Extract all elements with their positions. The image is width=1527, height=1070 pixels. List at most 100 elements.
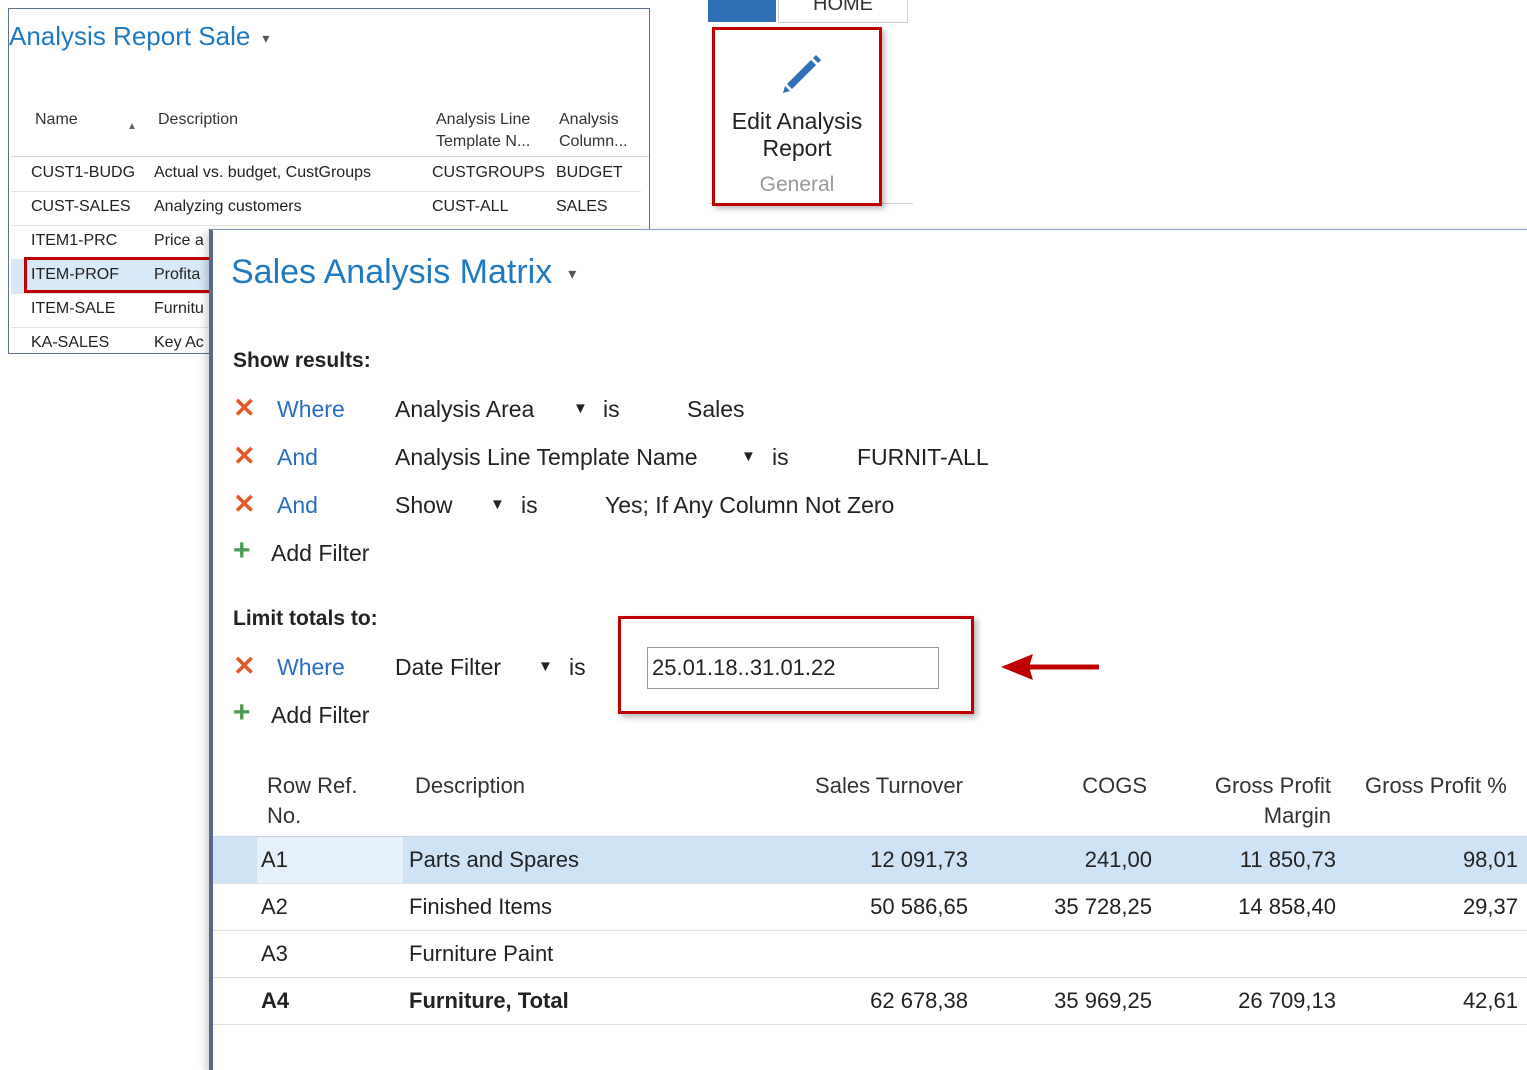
row-sales-turnover[interactable]: 62 678,38: [773, 988, 968, 1014]
col-header-sales-turnover[interactable]: Sales Turnover: [773, 771, 963, 801]
row-gross-profit-margin[interactable]: 26 709,13: [1173, 988, 1336, 1014]
row-cogs[interactable]: 241,00: [1013, 847, 1152, 873]
row-description: Actual vs. budget, CustGroups: [154, 164, 371, 181]
row-gross-profit-pct[interactable]: 29,37: [1373, 894, 1518, 920]
filter-field[interactable]: Analysis Area: [395, 396, 534, 423]
list-title-text: Analysis Report Sale: [9, 21, 251, 51]
row-gross-profit-margin[interactable]: 14 858,40: [1173, 894, 1336, 920]
col-header-column-template[interactable]: Analysis Column...: [559, 109, 627, 153]
col-header-line-template-2: Template N...: [436, 133, 531, 150]
col-header-description[interactable]: Description: [158, 109, 238, 131]
date-filter-input[interactable]: [647, 647, 939, 689]
field-dropdown-icon[interactable]: ▼: [741, 448, 756, 465]
list-row[interactable]: CUST1-BUDG Actual vs. budget, CustGroups…: [11, 157, 641, 192]
row-ref: A1: [261, 847, 288, 872]
sort-ascending-icon: ▲: [127, 121, 137, 132]
field-dropdown-icon[interactable]: ▼: [490, 496, 505, 513]
row-description: Analyzing customers: [154, 198, 302, 215]
filter-keyword: And: [277, 492, 318, 518]
row-column-template: BUDGET: [556, 164, 623, 181]
col-header-description[interactable]: Description: [415, 771, 525, 801]
row-description: Key Ac: [154, 334, 204, 351]
row-ref: A2: [261, 894, 288, 919]
selection-highlight-box: [24, 257, 214, 293]
filter-field[interactable]: Analysis Line Template Name: [395, 444, 698, 471]
matrix-title[interactable]: Sales Analysis Matrix ▾: [231, 253, 576, 292]
table-row-total[interactable]: A4 Furniture, Total 62 678,38 35 969,25 …: [213, 978, 1527, 1025]
row-name: ITEM-SALE: [31, 300, 116, 317]
filter-value[interactable]: Sales: [687, 396, 745, 423]
list-title[interactable]: Analysis Report Sale ▾: [9, 21, 269, 52]
row-gross-profit-margin[interactable]: 11 850,73: [1173, 847, 1336, 873]
row-description: Furniture Paint: [409, 941, 554, 966]
row-name: KA-SALES: [31, 334, 110, 351]
remove-filter-icon[interactable]: ✕: [233, 651, 256, 682]
title-dropdown-icon[interactable]: ▾: [568, 266, 576, 283]
field-dropdown-icon[interactable]: ▼: [538, 658, 553, 675]
row-ref: A4: [261, 988, 290, 1013]
remove-filter-icon[interactable]: ✕: [233, 489, 256, 520]
filter-operator: is: [521, 492, 538, 518]
col-header-gpm-1: Gross Profit: [1214, 773, 1331, 798]
filter-field[interactable]: Date Filter: [395, 654, 501, 681]
col-header-row-ref-2: No.: [267, 803, 302, 828]
col-header-cogs[interactable]: COGS: [1013, 771, 1147, 801]
show-results-label: Show results:: [233, 349, 371, 372]
edit-analysis-report-button[interactable]: Edit Analysis Report General: [712, 27, 882, 206]
col-header-line-template-1: Analysis Line: [436, 111, 531, 128]
filter-field[interactable]: Show: [395, 492, 453, 519]
row-description: Price a: [154, 232, 204, 249]
table-row[interactable]: A2 Finished Items 50 586,65 35 728,25 14…: [213, 884, 1527, 931]
row-column-template: SALES: [556, 198, 608, 215]
edit-label-line2: Report: [762, 135, 832, 161]
filter-operator: is: [603, 396, 620, 422]
table-row-selected[interactable]: A1 Parts and Spares 12 091,73 241,00 11 …: [213, 837, 1527, 884]
matrix-title-text: Sales Analysis Matrix: [231, 253, 553, 291]
row-gross-profit-pct[interactable]: 98,01: [1373, 847, 1518, 873]
list-row[interactable]: CUST-SALES Analyzing customers CUST-ALL …: [11, 191, 641, 226]
row-description: Finished Items: [409, 894, 553, 919]
plus-icon: +: [233, 534, 251, 567]
add-filter-label: Add Filter: [271, 540, 370, 566]
limit-totals-label: Limit totals to:: [233, 607, 378, 630]
row-description: Furnitu: [154, 300, 204, 317]
col-header-gross-profit-margin[interactable]: Gross Profit Margin: [1173, 771, 1331, 831]
edit-analysis-report-label: Edit Analysis Report: [715, 108, 879, 162]
title-dropdown-icon[interactable]: ▾: [262, 30, 269, 46]
ribbon-file-tab[interactable]: [708, 0, 776, 22]
sales-analysis-matrix-window: Sales Analysis Matrix ▾ Show results: ✕ W…: [209, 229, 1527, 1070]
row-line-template: CUSTGROUPS: [432, 164, 545, 181]
col-header-name[interactable]: Name: [35, 109, 78, 131]
row-name: CUST1-BUDG: [31, 164, 136, 181]
table-row[interactable]: A3 Furniture Paint: [213, 931, 1527, 978]
col-header-line-template[interactable]: Analysis Line Template N...: [436, 109, 530, 153]
red-arrow-icon: [1001, 654, 1099, 680]
filter-operator: is: [772, 444, 789, 470]
ribbon-group-general: General: [759, 173, 835, 196]
remove-filter-icon[interactable]: ✕: [233, 441, 256, 472]
row-sales-turnover[interactable]: 12 091,73: [773, 847, 968, 873]
col-header-gpm-2: Margin: [1263, 803, 1331, 828]
add-filter-label: Add Filter: [271, 702, 370, 728]
field-dropdown-icon[interactable]: ▼: [573, 400, 588, 417]
filter-value[interactable]: Yes; If Any Column Not Zero: [605, 492, 894, 519]
row-description: Furniture, Total: [409, 988, 569, 1013]
row-line-template: CUST-ALL: [432, 198, 509, 215]
edit-label-line1: Edit Analysis: [731, 108, 863, 134]
remove-filter-icon[interactable]: ✕: [233, 393, 256, 424]
row-cogs[interactable]: 35 969,25: [1013, 988, 1152, 1014]
filter-keyword: Where: [277, 654, 345, 680]
row-cogs[interactable]: 35 728,25: [1013, 894, 1152, 920]
col-header-gross-profit-pct[interactable]: Gross Profit %: [1365, 771, 1507, 801]
col-header-row-ref[interactable]: Row Ref. No.: [267, 771, 357, 831]
pencil-icon: [783, 55, 821, 93]
col-header-column-template-1: Analysis: [559, 111, 619, 128]
filter-keyword: Where: [277, 396, 345, 422]
row-ref: A3: [261, 941, 288, 966]
row-name: CUST-SALES: [31, 198, 131, 215]
row-sales-turnover[interactable]: 50 586,65: [773, 894, 968, 920]
col-header-column-template-2: Column...: [559, 133, 628, 150]
filter-value[interactable]: FURNIT-ALL: [857, 444, 989, 471]
row-gross-profit-pct[interactable]: 42,61: [1373, 988, 1518, 1014]
ribbon-tab-home[interactable]: HOME: [778, 0, 908, 23]
